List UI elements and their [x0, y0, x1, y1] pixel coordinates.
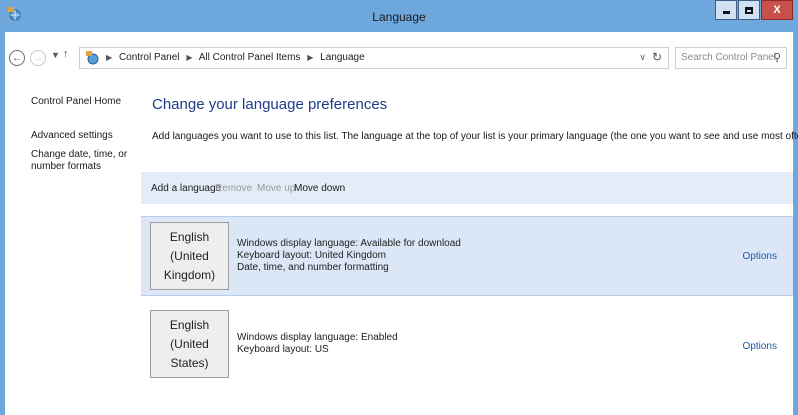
minimize-button[interactable] [715, 0, 737, 20]
move-up-button[interactable]: Move up [257, 183, 295, 194]
breadcrumb-chevron-icon: ▶ [106, 53, 113, 62]
breadcrumb-chevron-icon[interactable]: ▶ [186, 53, 192, 62]
language-tile-uk[interactable]: English (United Kingdom) [150, 222, 229, 290]
keyboard-layout: Keyboard layout: US [237, 344, 329, 355]
page-description: Add languages you want to use to this li… [152, 131, 798, 142]
sidebar: Control Panel Home Advanced settings Cha… [31, 96, 141, 187]
language-name: English (United States) [155, 316, 224, 373]
forward-arrow-icon[interactable]: → [30, 50, 46, 66]
main-content: Change your language preferences Add lan… [141, 96, 798, 378]
sidebar-item-control-panel-home[interactable]: Control Panel Home [31, 96, 141, 108]
language-toolbar: Add a language Remove Move up Move down [141, 172, 793, 204]
move-down-button[interactable]: Move down [294, 183, 345, 194]
keyboard-layout: Keyboard layout: United Kingdom [237, 250, 386, 261]
language-name-line1: English (United [169, 229, 210, 263]
breadcrumb-chevron-icon[interactable]: ▶ [307, 53, 313, 62]
sidebar-item-change-formats[interactable]: Change date, time, or number formats [31, 149, 141, 173]
search-box[interactable]: Search Control Panel ⚲ [675, 47, 787, 69]
breadcrumb-control-panel[interactable]: Control Panel [119, 52, 180, 63]
breadcrumb: ▶ Control Panel ▶ All Control Panel Item… [106, 52, 369, 63]
language-details: Windows display language: Enabled Keyboa… [237, 332, 398, 356]
back-arrow-icon[interactable]: ← [9, 50, 25, 66]
window-title: Language [372, 10, 426, 24]
maximize-icon [745, 6, 753, 14]
title-bar[interactable]: Language X [5, 0, 793, 32]
minimize-icon [722, 11, 730, 14]
control-panel-icon [86, 51, 99, 65]
language-details: Windows display language: Available for … [237, 238, 461, 274]
language-row-us[interactable]: English (United States) Windows display … [141, 308, 793, 388]
breadcrumb-language[interactable]: Language [320, 52, 365, 63]
up-arrow-icon[interactable]: ↑ [63, 48, 69, 60]
page-title: Change your language preferences [152, 96, 388, 113]
search-icon[interactable]: ⚲ [773, 51, 781, 64]
display-language-status: Windows display language: Enabled [237, 332, 398, 343]
address-dropdown-icon[interactable]: ∨ [639, 52, 646, 63]
close-icon: X [773, 4, 781, 16]
add-language-button[interactable]: Add a language [151, 183, 221, 194]
language-name-line1: English (United [169, 317, 210, 351]
language-name-line2: Kingdom) [163, 267, 216, 282]
search-input[interactable]: Search Control Panel [681, 52, 776, 63]
window-controls: X [715, 0, 793, 22]
sidebar-item-advanced-settings[interactable]: Advanced settings [31, 130, 141, 142]
formatting-info: Date, time, and number formatting [237, 262, 389, 273]
language-name: English (United Kingdom) [155, 228, 224, 285]
close-button[interactable]: X [761, 0, 793, 20]
remove-button[interactable]: Remove [215, 183, 252, 194]
language-row-uk[interactable]: English (United Kingdom) Windows display… [141, 216, 793, 296]
language-name-line2: States) [170, 355, 209, 370]
display-language-status: Windows display language: Available for … [237, 238, 461, 249]
options-link[interactable]: Options [743, 251, 777, 262]
breadcrumb-all-items[interactable]: All Control Panel Items [199, 52, 301, 63]
maximize-button[interactable] [738, 0, 760, 20]
language-tile-us[interactable]: English (United States) [150, 310, 229, 378]
recent-dropdown-icon[interactable]: ▼ [51, 50, 60, 60]
address-bar: ← → ▼ ↑ ▶ Control Panel ▶ All Control Pa… [5, 44, 793, 74]
refresh-icon[interactable]: ↻ [652, 50, 662, 64]
language-window: Language X ← → ▼ ↑ ▶ Control Panel ▶ All… [0, 0, 798, 415]
options-link[interactable]: Options [743, 341, 777, 352]
address-field[interactable]: ▶ Control Panel ▶ All Control Panel Item… [79, 47, 669, 69]
